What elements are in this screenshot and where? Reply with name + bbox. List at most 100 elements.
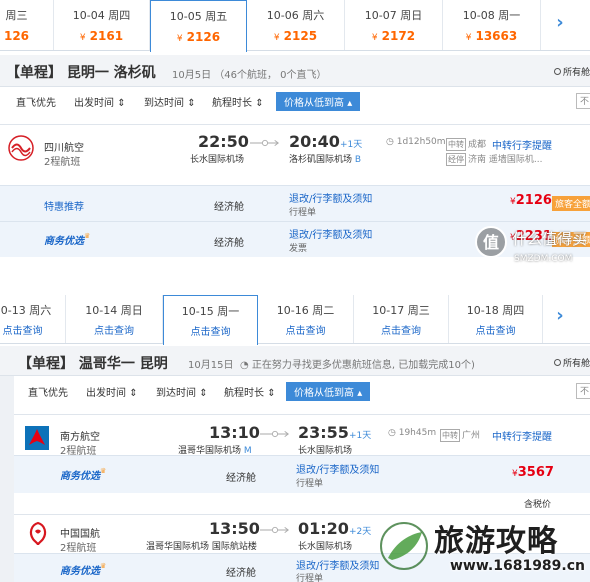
fare-label: 商务优选♛ [60, 562, 107, 577]
sort-bar: 直飞优先 出发时间 ⇕ 到达时间 ⇕ 航程时长 ⇕ 价格从低到高 ▴ 不 [0, 380, 590, 404]
brand-text: 旅游攻略 [434, 524, 558, 559]
sort-depart-time[interactable]: 出发时间 ⇕ [86, 384, 138, 399]
query-link[interactable]: 点击查询 [354, 322, 448, 337]
transfer-baggage-reminder-link[interactable]: 中转行李提醒 [492, 137, 552, 152]
fare-label: 特惠推荐 [44, 202, 84, 213]
flight-duration: ◷ 1d12h50m [386, 137, 446, 147]
document-type: 发票 [289, 244, 308, 254]
sort-arrive-time[interactable]: 到达时间 ⇕ [156, 384, 208, 399]
date-label: 10-06 周六 [266, 9, 325, 22]
arrival-airport: 洛杉矶国际机场 B [289, 155, 362, 165]
date-cell[interactable]: 10-16 周二 点击查询 [258, 295, 354, 343]
next-dates-chevron-icon[interactable]: › [547, 12, 573, 33]
date-cell[interactable]: 10-17 周三 点击查询 [354, 295, 449, 343]
sort-price-asc[interactable]: 价格从低到高 ▴ [286, 382, 371, 401]
smzdm-site: SMZDM.COM [514, 254, 573, 264]
sort-arrows-icon: ⇕ [199, 388, 208, 399]
date-label: 10-18 周四 [466, 304, 525, 317]
cabin-class: 经济舱 [214, 238, 244, 249]
query-link[interactable]: 点击查询 [66, 322, 162, 337]
date-cell[interactable]: 10-06 周六 ¥2125 [247, 0, 345, 50]
date-cell[interactable]: 10-07 周日 ¥2172 [345, 0, 443, 50]
sort-price-asc[interactable]: 价格从低到高 ▴ [276, 92, 361, 111]
cabin-filter[interactable]: 所有舱 [553, 356, 590, 369]
brand-site: www.1681989.cn [450, 558, 585, 574]
date-price: ¥2125 [273, 29, 318, 43]
sort-duration[interactable]: 航程时长 ⇕ [224, 384, 276, 399]
airline-name: 南方航空 [60, 432, 100, 443]
route-subtitle: 10月5日 （46个航班， 0个直飞） [172, 70, 327, 81]
date-price: ¥13663 [465, 29, 518, 43]
date-label: 10-15 周一 [181, 305, 240, 318]
date-strip-top: 周三 126 10-04 周四 ¥2161 10-05 周五 ¥2126 10-… [0, 0, 590, 52]
date-cell[interactable]: 10-08 周一 ¥13663 [443, 0, 541, 50]
airline-name: 四川航空 [44, 143, 84, 154]
next-dates-chevron-icon[interactable]: › [547, 305, 573, 326]
clock-icon: ◷ [386, 137, 394, 147]
radio-icon [553, 359, 561, 366]
sort-arrows-icon: ⇕ [117, 98, 126, 109]
date-label: 10-17 周三 [372, 304, 430, 317]
sort-depart-time[interactable]: 出发时间 ⇕ [74, 94, 126, 109]
route-title-bar: 【单程】 昆明一 洛杉矶 10月5日 （46个航班， 0个直飞） 所有舱 [0, 55, 590, 87]
date-cell-selected[interactable]: 10-15 周一 点击查询 [163, 295, 258, 345]
arrival-time: 20:40+1天 [289, 132, 363, 151]
flight-legs: 2程航班 [44, 157, 81, 168]
cabin-class: 经济舱 [226, 473, 256, 484]
departure-time: 13:50 [209, 519, 260, 538]
flight-arrow-icon [260, 430, 289, 438]
refund-baggage-link[interactable]: 退改/行李额及须知 [289, 190, 372, 205]
date-cell[interactable]: 周三 126 [0, 0, 54, 50]
filter-checkbox[interactable]: 不 [576, 383, 590, 399]
sort-arrows-icon: ⇕ [187, 98, 196, 109]
transfer-baggage-reminder-link[interactable]: 中转行李提醒 [492, 428, 552, 443]
smzdm-text: 什么值得买 [512, 230, 588, 248]
route-title: 【单程】 温哥华一 昆明 [18, 356, 168, 372]
flight-card: 南方航空 2程航班 13:10 23:55+1天 温哥华国际机场 M 长水国际机… [14, 414, 590, 514]
date-cell-selected[interactable]: 10-05 周五 ¥2126 [150, 0, 247, 52]
sort-arrow-up-icon: ▴ [357, 388, 363, 399]
date-cell[interactable]: 10-04 周四 ¥2161 [54, 0, 150, 50]
loading-spinner-icon: ◔ [240, 360, 249, 371]
date-label: 10-05 周五 [169, 10, 228, 23]
refund-baggage-link[interactable]: 退改/行李额及须知 [289, 226, 372, 241]
fare-price: ¥3567 [512, 465, 554, 480]
sort-duration[interactable]: 航程时长 ⇕ [212, 94, 264, 109]
flight-arrow-icon [260, 526, 289, 534]
smzdm-watermark: 值 什么值得买 SMZDM.COM [474, 222, 590, 274]
cabin-filter[interactable]: 所有舱 [553, 65, 590, 78]
clock-icon: ◷ [388, 428, 396, 438]
date-cell[interactable]: 10-14 周日 点击查询 [66, 295, 163, 343]
fare-label: 商务优选♛ [44, 232, 91, 247]
departure-airport: 温哥华国际机场 国际航站楼 [146, 542, 257, 552]
section-gap [0, 274, 590, 294]
departure-airport: 长水国际机场 [190, 155, 245, 165]
fare-badge: 旅客全额 [552, 196, 590, 211]
query-link[interactable]: 点击查询 [164, 323, 257, 338]
date-price: ¥2126 [176, 30, 221, 44]
flight-arrow-icon [250, 139, 279, 147]
sichuan-airlines-logo-icon [8, 135, 34, 161]
refund-baggage-link[interactable]: 退改/行李额及须知 [296, 557, 379, 572]
filter-checkbox[interactable]: 不 [576, 93, 590, 109]
arrival-time: 23:55+1天 [298, 423, 372, 442]
query-link[interactable]: 点击查询 [449, 322, 542, 337]
travel-guide-watermark: 旅游攻略 www.1681989.cn [378, 512, 590, 582]
sort-nonstop[interactable]: 直飞优先 [16, 94, 56, 109]
stop-info: 中转 广州 [440, 429, 481, 442]
date-price: ¥2172 [371, 29, 416, 43]
departure-time: 22:50 [198, 132, 249, 151]
query-link[interactable]: 点击查询 [258, 322, 353, 337]
date-price: 126 [3, 29, 30, 43]
sort-bar: 直飞优先 出发时间 ⇕ 到达时间 ⇕ 航程时长 ⇕ 价格从低到高 ▴ 不 [0, 90, 590, 114]
fare-price: ¥2126 [510, 193, 552, 208]
date-cell[interactable]: 10-18 周四 点击查询 [449, 295, 543, 343]
refund-baggage-link[interactable]: 退改/行李额及须知 [296, 461, 379, 476]
query-link[interactable]: 点击查询 [0, 322, 65, 337]
fare-row: 商务优选♛ 经济舱 退改/行李额及须知 行程单 ¥3567 [14, 455, 590, 493]
date-cell[interactable]: 10-13 周六 点击查询 [0, 295, 66, 343]
sort-nonstop[interactable]: 直飞优先 [28, 384, 68, 399]
sort-arrive-time[interactable]: 到达时间 ⇕ [144, 94, 196, 109]
date-label: 10-08 周一 [462, 9, 521, 22]
panel-edge [0, 376, 14, 582]
